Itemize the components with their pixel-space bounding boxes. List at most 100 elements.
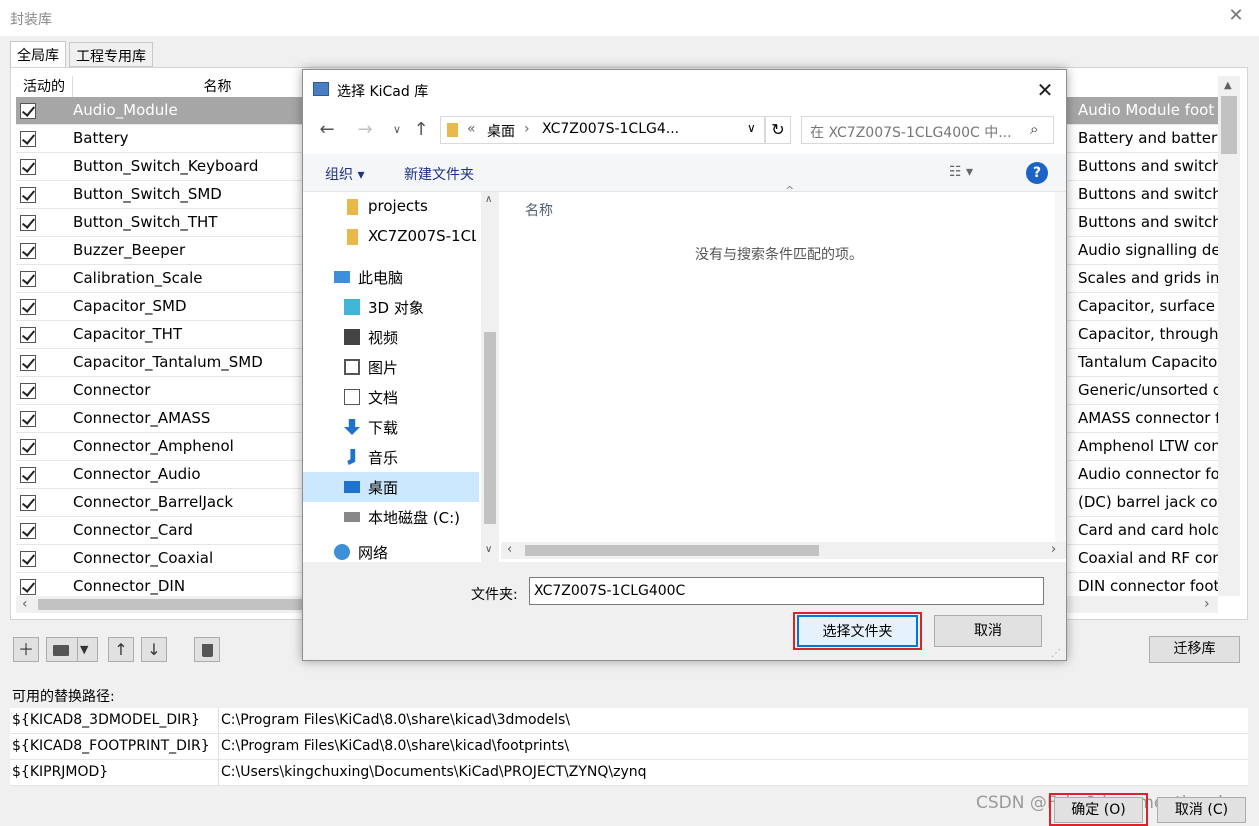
active-checkbox[interactable] [20, 579, 36, 595]
folder-icon [447, 123, 458, 137]
nav-item-label: 图片 [368, 359, 399, 377]
active-checkbox[interactable] [20, 327, 36, 343]
folder-label: 文件夹: [471, 587, 518, 603]
back-arrow-icon[interactable]: ← [317, 118, 337, 142]
substitutions-label: 可用的替换路径: [12, 689, 115, 705]
active-checkbox[interactable] [20, 243, 36, 259]
address-dropdown-icon[interactable]: ∨ [747, 121, 756, 135]
select-folder-button[interactable]: 选择文件夹 [797, 615, 918, 647]
scroll-up-icon[interactable]: ▲ [1224, 80, 1232, 91]
nav-item-label: 下载 [368, 419, 399, 437]
active-checkbox[interactable] [20, 187, 36, 203]
breadcrumb-desktop[interactable]: 桌面 [487, 121, 515, 141]
cancel-button[interactable]: 取消 (C) [1157, 797, 1246, 823]
organize-menu[interactable]: 组织 ▾ [325, 164, 364, 184]
active-checkbox[interactable] [20, 495, 36, 511]
up-arrow-icon[interactable]: ↑ [411, 118, 431, 142]
library-name: Capacitor_Tantalum_SMD [73, 353, 263, 371]
scrollbar-thumb[interactable] [1221, 96, 1237, 154]
add-existing-library-button[interactable]: ▼ [46, 637, 98, 662]
active-checkbox[interactable] [20, 523, 36, 539]
library-name: Connector_Audio [73, 465, 201, 483]
active-checkbox[interactable] [20, 299, 36, 315]
col-active-header[interactable]: 活动的 [16, 76, 73, 98]
nav-item-folder[interactable]: projects [303, 192, 479, 222]
library-description: Battery and battery [1078, 129, 1218, 147]
scroll-up-icon[interactable]: ∧ [485, 194, 492, 205]
hscroll-thumb[interactable] [38, 599, 303, 610]
delete-library-button[interactable] [194, 637, 220, 662]
chevron-down-icon[interactable]: ▼ [80, 638, 88, 661]
nav-item-pc[interactable]: 此电脑 [303, 262, 479, 292]
scroll-down-icon[interactable]: ∨ [485, 544, 492, 555]
music-icon [347, 449, 356, 465]
library-name: Button_Switch_Keyboard [73, 157, 259, 175]
library-description: Audio signalling de [1078, 241, 1218, 259]
active-checkbox[interactable] [20, 551, 36, 567]
folder-input[interactable]: XC7Z007S-1CLG400C [529, 577, 1044, 605]
move-down-button[interactable]: ↓ [141, 637, 167, 662]
table-row[interactable]: ${KIPRJMOD} C:\Users\kingchuxing\Documen… [10, 760, 1248, 786]
address-bar[interactable]: « 桌面 › XC7Z007S-1CLG4... ∨ [440, 116, 765, 144]
active-checkbox[interactable] [20, 439, 36, 455]
nav-item-label: 文档 [368, 389, 399, 407]
dialog-close-icon[interactable]: ✕ [1033, 78, 1057, 102]
active-checkbox[interactable] [20, 383, 36, 399]
breadcrumb-folder[interactable]: XC7Z007S-1CLG4... [542, 121, 679, 137]
nav-item-disk[interactable]: 本地磁盘 (C:) [303, 502, 479, 532]
resize-grip-icon[interactable]: ⋰ [1051, 648, 1061, 659]
forward-arrow-icon[interactable]: → [355, 118, 375, 142]
migrate-library-button[interactable]: 迁移库 [1149, 636, 1240, 663]
scroll-left-icon[interactable]: ‹ [507, 542, 512, 557]
nav-item-desktop[interactable]: 桌面 [303, 472, 479, 502]
table-row[interactable]: ${KICAD8_FOOTPRINT_DIR} C:\Program Files… [10, 734, 1248, 760]
content-hscrollbar[interactable]: ‹ › [501, 542, 1066, 559]
nav-item-doc[interactable]: 文档 [303, 382, 479, 412]
arrow-down-icon: ↓ [147, 640, 161, 659]
tab-global[interactable]: 全局库 [10, 41, 66, 68]
scroll-right-icon[interactable]: › [1051, 542, 1056, 557]
help-icon[interactable]: ? [1026, 162, 1048, 184]
nav-scrollbar[interactable]: ∧ ∨ [481, 192, 499, 562]
scroll-left-icon[interactable]: ‹ [22, 596, 28, 612]
nav-item-3d[interactable]: 3D 对象 [303, 292, 479, 322]
nav-item-label: 网络 [358, 544, 389, 562]
view-options-icon[interactable]: ☷ ▾ [949, 164, 973, 180]
name-column-header[interactable]: 名称 [525, 200, 553, 220]
tab-project[interactable]: 工程专用库 [69, 42, 153, 67]
kicad-icon [313, 82, 329, 96]
dialog-cancel-button[interactable]: 取消 [934, 615, 1042, 647]
nav-item-folder[interactable]: XC7Z007S-1CLG400C [303, 222, 479, 252]
nav-item-picture[interactable]: 图片 [303, 352, 479, 382]
library-description: Buttons and switche [1078, 213, 1218, 231]
path-value: C:\Users\kingchuxing\Documents\KiCad\PRO… [221, 764, 647, 780]
move-up-button[interactable]: ↑ [108, 637, 134, 662]
scrollbar-thumb[interactable] [484, 332, 496, 524]
breadcrumb-overflow[interactable]: « [467, 121, 476, 137]
add-library-button[interactable]: ＋ [13, 637, 39, 662]
hscroll-thumb[interactable] [525, 545, 819, 556]
nav-item-download[interactable]: 下载 [303, 412, 479, 442]
active-checkbox[interactable] [20, 355, 36, 371]
nav-item-music[interactable]: 音乐 [303, 442, 479, 472]
active-checkbox[interactable] [20, 103, 36, 119]
search-input[interactable]: 在 XC7Z007S-1CLG400C 中... ⌕ [801, 116, 1054, 144]
active-checkbox[interactable] [20, 467, 36, 483]
sort-up-icon: ^ [785, 184, 795, 197]
new-folder-button[interactable]: 新建文件夹 [404, 164, 474, 184]
table-row[interactable]: ${KICAD8_3DMODEL_DIR} C:\Program Files\K… [10, 708, 1248, 734]
close-icon[interactable]: ✕ [1226, 6, 1246, 26]
window-title: 封装库 [10, 12, 52, 28]
scroll-right-icon[interactable]: › [1204, 596, 1210, 612]
refresh-icon[interactable]: ↻ [765, 116, 791, 144]
recent-chevron-icon[interactable]: ∨ [387, 118, 407, 142]
active-checkbox[interactable] [20, 215, 36, 231]
active-checkbox[interactable] [20, 159, 36, 175]
active-checkbox[interactable] [20, 411, 36, 427]
nav-item-video[interactable]: 视频 [303, 322, 479, 352]
vertical-scrollbar[interactable]: ▲ [1218, 76, 1240, 596]
active-checkbox[interactable] [20, 271, 36, 287]
search-icon[interactable]: ⌕ [1030, 120, 1038, 138]
ok-button[interactable]: 确定 (O) [1054, 797, 1143, 823]
active-checkbox[interactable] [20, 131, 36, 147]
